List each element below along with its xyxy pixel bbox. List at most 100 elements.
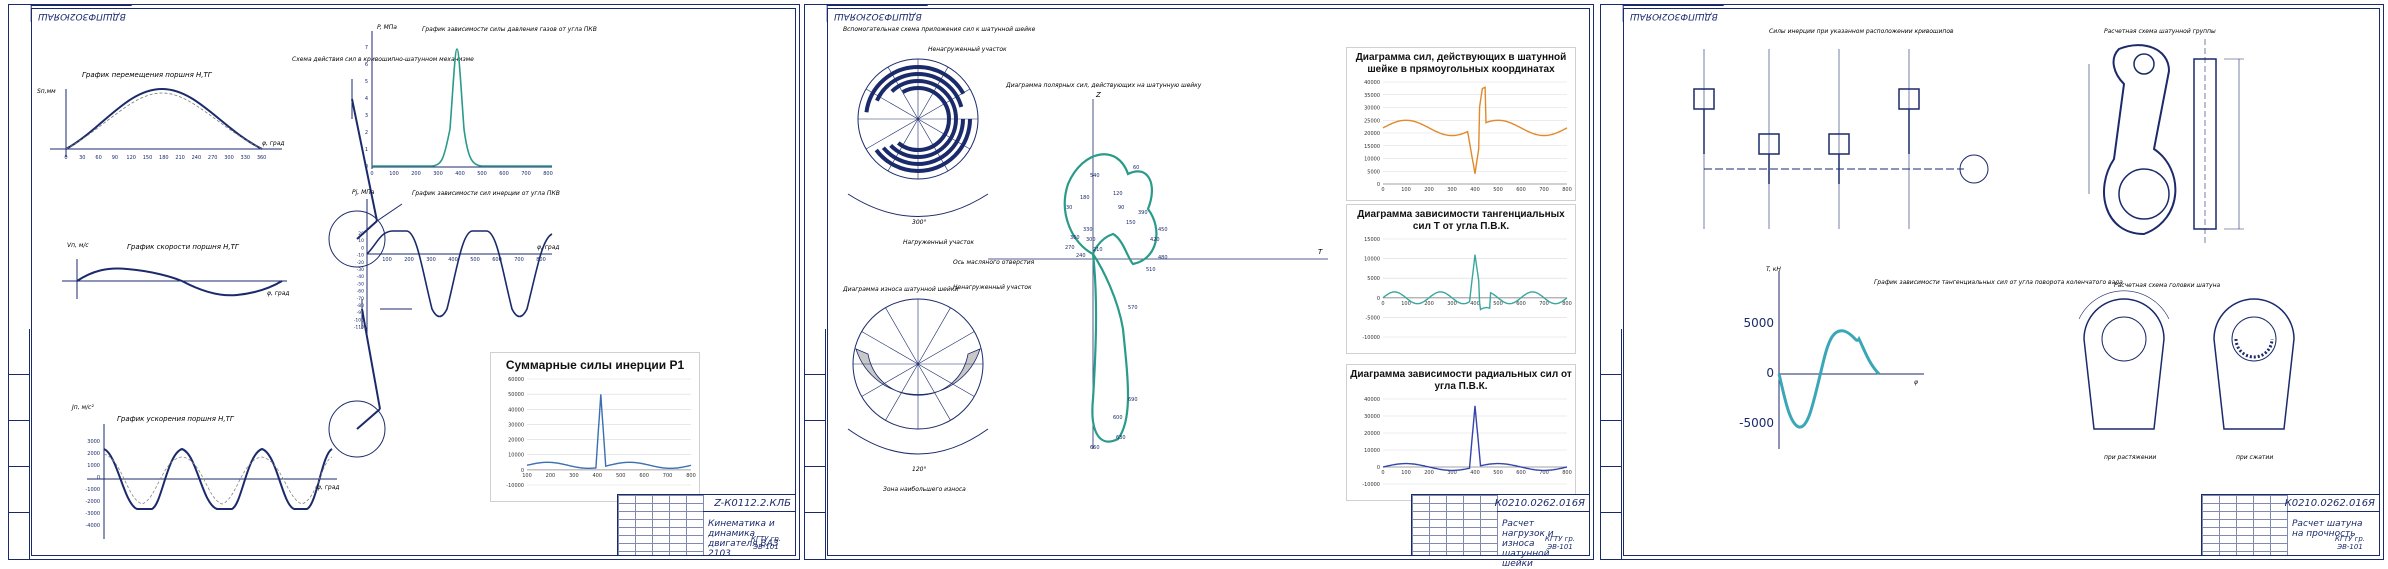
- title-block: К0210.0262.016Я Расчет нагрузок и износа…: [1411, 494, 1589, 569]
- drawing-sheet-kinematics: ВДШПФЗО2ЮЯАШ График перемещения поршня Н…: [8, 4, 800, 560]
- excel-x-tick: 500: [1493, 470, 1503, 476]
- disp-tick-label: 360: [257, 155, 267, 161]
- gas-tick-label: 3: [365, 113, 368, 119]
- conrod-bottom: [361, 308, 381, 410]
- gas-title: График зависимости силы давления газов о…: [422, 26, 597, 33]
- polar-point-labels: 540 180 30 360 270240 60 120 90 150 210 300 330 420 4…: [1065, 165, 1168, 451]
- excel-y-tick: 30000: [1364, 414, 1380, 420]
- inert-title: График зависимости сил инерции от угла П…: [412, 190, 560, 197]
- inert-tick-label: -80: [357, 303, 364, 309]
- disp-tick-label: 120: [126, 155, 136, 161]
- excel-y-tick: -10000: [506, 483, 524, 489]
- gas-curve: [372, 48, 552, 167]
- acc-tick-labels: 3000 2000 1000 0 -1000 -2000 -3000 -4000: [85, 439, 100, 529]
- zone-arc-bottom: [847, 428, 989, 455]
- torque-tick-labels: 5000 0 -5000: [1739, 316, 1774, 430]
- inert-tick-label: -50: [357, 281, 364, 287]
- acc-ylabel: Jп, м/с²: [71, 404, 94, 411]
- title-block-grid: [618, 495, 704, 555]
- torque-tick-label: 0: [1766, 366, 1774, 380]
- inert-ylabel: Pj, МПа: [352, 189, 375, 196]
- acc-tick-label: -3000: [85, 511, 100, 517]
- excel-y-tick: 10000: [1364, 157, 1380, 163]
- zone-arc-top: [847, 193, 989, 217]
- excel-y-tick: 20000: [1364, 131, 1380, 137]
- inert-x-tick-label: 800: [536, 257, 546, 263]
- excel-x-tick: 0: [1381, 187, 1384, 193]
- excel-x-tick: 100: [1401, 187, 1411, 193]
- pin-ray: [865, 88, 919, 120]
- pin-ray: [885, 363, 919, 421]
- polar-point-label: 360: [1070, 235, 1080, 241]
- disp-tick-label: 60: [95, 155, 101, 161]
- head-compress-scheme: [2213, 298, 2295, 430]
- gas-tick-label: 0: [365, 164, 368, 170]
- disp-tick-label: 180: [159, 155, 169, 161]
- excel-chart-tang-plot: 15000 10000 5000 0 -5000 -10000 0 100 200 300 400 5…: [1362, 237, 1572, 341]
- excel-y-tick: 40000: [1364, 80, 1380, 86]
- excel-x-tick: 700: [1539, 301, 1549, 307]
- conrod-drawings: Силы инерции при указанном расположении …: [1693, 28, 2295, 461]
- acc-tick-label: -2000: [85, 499, 100, 505]
- inert-tick-label: -20: [357, 260, 364, 266]
- excel-x-tick: 400: [1470, 187, 1480, 193]
- excel-x-tick: 400: [593, 473, 603, 479]
- disp-tick-label: 90: [112, 155, 118, 161]
- title-block-line: [2287, 511, 2379, 512]
- excel-y-tick: 0: [1377, 465, 1380, 471]
- pin-rays-top: [858, 59, 978, 179]
- excel-series-line: [1382, 405, 1568, 472]
- excel-x-tick: 300: [1447, 187, 1457, 193]
- inert-tick-label: -100: [354, 317, 364, 323]
- sheet-frame: График перемещения поршня Н,ТГ Sп,мм 0 30…: [31, 8, 796, 559]
- polar-point-label: 420: [1150, 237, 1160, 243]
- excel-y-tick: 20000: [1364, 431, 1380, 437]
- disp-curve: [65, 87, 263, 150]
- excel-x-tick: 700: [1539, 187, 1549, 193]
- gas-ylabel: P, МПа: [377, 24, 397, 31]
- excel-y-tick: 15000: [1364, 144, 1380, 150]
- torque-tick-label: -5000: [1739, 416, 1774, 430]
- disp-tick-labels: 0 30 60 90 120 150 180 210 240 270 300 330 360: [64, 155, 266, 161]
- acc-tick-label: 3000: [87, 439, 100, 445]
- excel-y-tick: 5000: [1367, 169, 1380, 175]
- excel-x-tick: 200: [1424, 470, 1434, 476]
- polar-curve: [1063, 153, 1158, 443]
- inert-curve: [366, 230, 553, 318]
- torque-tick-label: 5000: [1743, 316, 1774, 330]
- excel-x-tick: 300: [1447, 301, 1457, 307]
- excel-x-tick: 0: [1381, 470, 1384, 476]
- inert-tick-label: 20: [358, 231, 364, 237]
- pin-ray: [917, 307, 951, 365]
- sheet-frame: Вспомогательная схема приложения сил к ш…: [827, 8, 1590, 569]
- polar-point-label: 510: [1146, 267, 1156, 273]
- disp-curve-approx: [65, 92, 263, 150]
- excel-y-tick: 40000: [508, 407, 524, 413]
- excel-y-tick: 60000: [508, 377, 524, 383]
- polar-point-label: 150: [1126, 220, 1136, 226]
- acc-tick-label: 1000: [87, 463, 100, 469]
- inert-tick-label: -90: [357, 310, 364, 316]
- disp-tick-label: 210: [175, 155, 185, 161]
- disp-tick-label: 330: [241, 155, 251, 161]
- excel-x-tick: 500: [616, 473, 626, 479]
- inert-tick-label: 0: [361, 245, 364, 251]
- vel-ylabel: Vп, м/с: [67, 242, 89, 249]
- big-end-bore: [2118, 168, 2170, 220]
- excel-x-tick: 800: [1562, 470, 1572, 476]
- excel-series-line: [526, 394, 692, 469]
- drawing-sheet-crankpin: ВДШПФЗО2ЮЯАШ Вспомогательная схема прило…: [804, 4, 1594, 569]
- polar-point-label: 240: [1076, 253, 1086, 259]
- polar-point-label: 330: [1083, 227, 1093, 233]
- gas-x-tick-label: 700: [521, 171, 531, 177]
- inertia-scheme-title: Силы инерции при указанном расположении …: [1769, 28, 1954, 35]
- excel-x-tick: 500: [1493, 301, 1503, 307]
- disp-tick-label: 150: [143, 155, 153, 161]
- polar-point-label: 690: [1128, 397, 1138, 403]
- inert-tick-label: -60: [357, 289, 364, 295]
- title-block-org: КГТУ гр. ЭВ-101: [1545, 535, 1575, 551]
- excel-chart-inertia-plot: 6000050000400003000020000100000-10000100…: [506, 377, 695, 489]
- wear-scheme-title: Вспомогательная схема приложения сил к ш…: [843, 26, 1036, 33]
- excel-x-tick: 800: [1562, 301, 1572, 307]
- excel-y-tick: 35000: [1364, 93, 1380, 99]
